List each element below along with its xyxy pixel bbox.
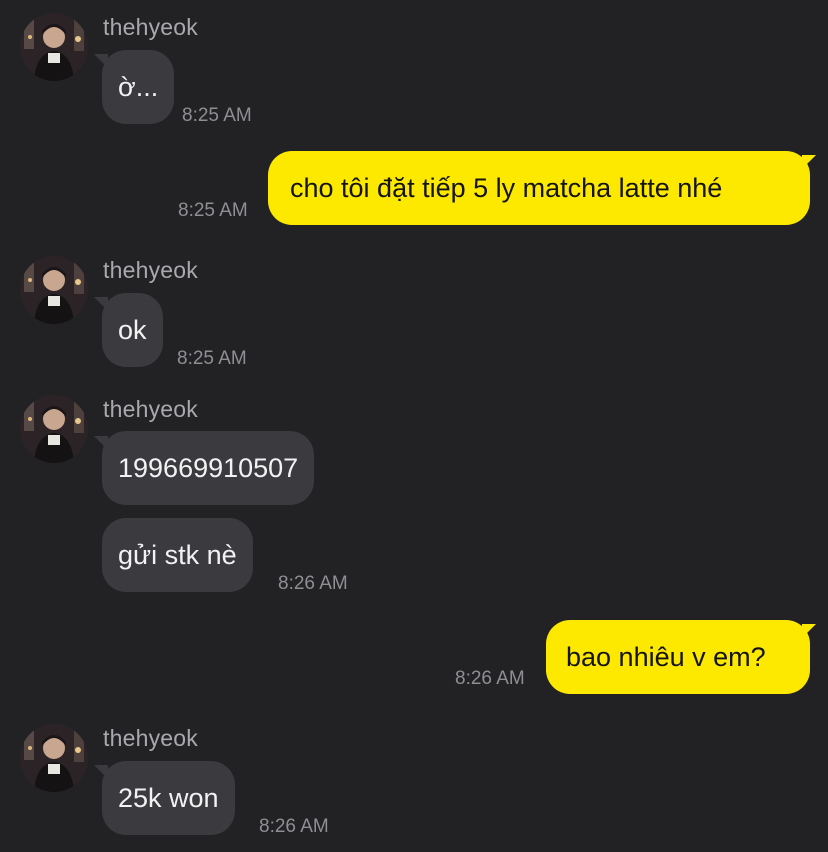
profile-photo-icon <box>20 395 88 463</box>
sender-name: thehyeok <box>103 396 198 422</box>
incoming-message[interactable]: ok <box>102 293 163 367</box>
avatar[interactable] <box>20 724 88 792</box>
message-timestamp: 8:25 AM <box>177 348 247 369</box>
message-timestamp: 8:25 AM <box>182 105 252 126</box>
profile-photo-icon <box>20 724 88 792</box>
avatar[interactable] <box>20 256 88 324</box>
message-timestamp: 8:26 AM <box>455 668 525 689</box>
message-timestamp: 8:25 AM <box>178 200 248 221</box>
avatar[interactable] <box>20 395 88 463</box>
sender-name: thehyeok <box>103 257 198 283</box>
profile-photo-icon <box>20 256 88 324</box>
bubble-tail <box>802 624 816 638</box>
avatar[interactable] <box>20 13 88 81</box>
outgoing-message[interactable]: bao nhiêu v em? <box>546 620 810 694</box>
incoming-message[interactable]: gửi stk nè <box>102 518 253 592</box>
profile-photo-icon <box>20 13 88 81</box>
outgoing-message[interactable]: cho tôi đặt tiếp 5 ly matcha latte nhé <box>268 151 810 225</box>
message-timestamp: 8:26 AM <box>259 816 329 837</box>
message-timestamp: 8:26 AM <box>278 573 348 594</box>
incoming-message[interactable]: ờ... <box>102 50 175 124</box>
sender-name: thehyeok <box>103 725 198 751</box>
bubble-tail <box>802 155 816 169</box>
incoming-message[interactable]: 199669910507 <box>102 431 315 505</box>
incoming-message[interactable]: 25k won <box>102 761 235 835</box>
sender-name: thehyeok <box>103 14 198 40</box>
